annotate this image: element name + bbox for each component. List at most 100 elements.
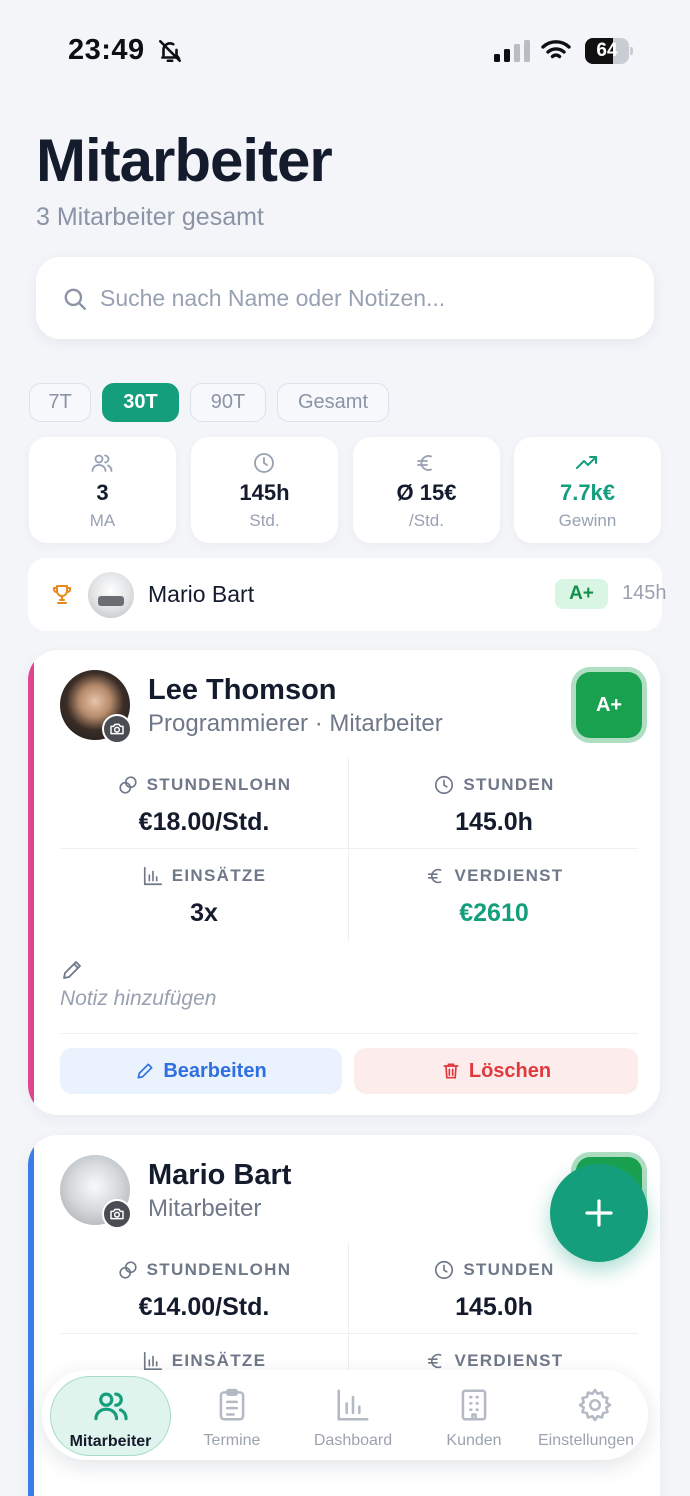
clock-icon: [254, 453, 274, 473]
edit-button[interactable]: Bearbeiten: [60, 1048, 342, 1094]
top-performer-hours: 145h: [622, 582, 667, 604]
divider: [60, 848, 638, 849]
metric-earnings: VERDIENST €2610: [350, 863, 638, 928]
metric-jobs: EINSÄTZE 3x: [60, 863, 348, 928]
clipboard-icon: [219, 1388, 245, 1421]
nav-item-einstellungen[interactable]: Einstellungen: [536, 1376, 644, 1456]
camera-icon[interactable]: [102, 714, 132, 744]
euro-icon: [427, 868, 441, 884]
bottom-nav: Mitarbeiter Termine Dashboard Kunden Ein…: [42, 1370, 648, 1460]
employee-role: Mitarbeiter: [148, 1195, 262, 1222]
camera-icon[interactable]: [102, 1199, 132, 1229]
metric-value: 145.0h: [455, 1293, 533, 1321]
divider: [60, 1333, 638, 1334]
stat-card-rate: Ø 15€ /Std.: [353, 437, 500, 543]
nav-item-dashboard[interactable]: Dashboard: [298, 1376, 408, 1456]
filter-chip-gesamt[interactable]: Gesamt: [277, 383, 389, 422]
coins-icon: [119, 1261, 137, 1279]
metric-value: 3x: [190, 899, 218, 927]
search-input[interactable]: [100, 275, 620, 321]
filter-chip-30t[interactable]: 30T: [102, 383, 179, 422]
battery-indicator: 64: [585, 38, 633, 64]
top-performer-card[interactable]: Mario Bart A+ 145h: [28, 558, 667, 631]
bar-chart-icon: [143, 866, 162, 886]
search-icon: [64, 288, 86, 310]
page-subtitle: 3 Mitarbeiter gesamt: [36, 203, 264, 231]
stat-value: 7.7k€: [559, 480, 616, 505]
trash-icon: [443, 1063, 459, 1079]
accent-bar: [28, 650, 34, 1115]
clock-icon: [435, 1260, 454, 1280]
divider: [348, 758, 349, 942]
nav-label: Mitarbeiter: [69, 1433, 152, 1450]
clock-icon: [435, 775, 454, 795]
users-icon: [94, 1392, 128, 1421]
metric-hours: STUNDEN 145.0h: [350, 1257, 638, 1322]
nav-item-mitarbeiter[interactable]: Mitarbeiter: [50, 1376, 171, 1456]
stat-card-profit: 7.7k€ Gewinn: [514, 437, 661, 543]
avatar: [88, 572, 134, 618]
metric-value: €14.00/Std.: [138, 1293, 270, 1321]
stat-value: 145h: [239, 480, 290, 505]
divider: [60, 1033, 638, 1034]
nav-label: Dashboard: [313, 1432, 393, 1449]
nav-item-kunden[interactable]: Kunden: [424, 1376, 524, 1456]
nav-label: Einstellungen: [538, 1432, 635, 1449]
grade-badge: A+: [576, 672, 642, 738]
pencil-icon: [137, 1063, 153, 1079]
bar-chart-icon: [143, 1351, 162, 1371]
metric-label: STUNDEN: [463, 775, 555, 794]
trophy-icon: [52, 585, 72, 604]
metric-hours: STUNDEN 145.0h: [350, 772, 638, 837]
building-icon: [461, 1389, 487, 1421]
metric-label: EINSÄTZE: [171, 866, 267, 885]
metric-value: €2610: [459, 899, 529, 927]
euro-icon: [427, 1353, 441, 1369]
stat-label: /Std.: [409, 511, 444, 530]
nav-label: Kunden: [446, 1432, 502, 1449]
employee-name: Mario Bart: [148, 1159, 292, 1191]
trending-up-icon: [576, 456, 597, 469]
grade-badge: A+: [555, 579, 608, 609]
stat-value: 3: [96, 480, 109, 505]
metric-label: STUNDENLOHN: [146, 1260, 292, 1279]
metric-label: VERDIENST: [454, 866, 564, 885]
nav-item-termine[interactable]: Termine: [182, 1376, 282, 1456]
edit-button-label: Bearbeiten: [163, 1059, 267, 1082]
nav-label: Termine: [203, 1432, 261, 1449]
accent-bar: [28, 1135, 34, 1496]
signal-icon: [494, 40, 530, 62]
stat-label: Std.: [249, 511, 280, 530]
stat-value: Ø 15€: [396, 480, 457, 505]
status-time: 23:49: [68, 34, 145, 66]
stat-label: Gewinn: [558, 511, 617, 530]
gear-icon: [578, 1388, 612, 1422]
search-box[interactable]: [36, 257, 654, 339]
plus-icon: [585, 1199, 613, 1227]
stat-label: MA: [89, 511, 116, 530]
bar-chart-icon: [337, 1389, 369, 1421]
metric-hourly-rate: STUNDENLOHN €18.00/Std.: [60, 772, 348, 837]
metric-label: STUNDENLOHN: [146, 775, 292, 794]
coins-icon: [119, 776, 137, 794]
euro-icon: [417, 455, 432, 471]
note-input[interactable]: Notiz hinzufügen: [60, 987, 216, 1011]
stat-card-employees: 3 MA: [29, 437, 176, 543]
filter-chip-90t[interactable]: 90T: [190, 383, 266, 422]
metric-label: STUNDEN: [463, 1260, 555, 1279]
metric-hourly-rate: STUNDENLOHN €14.00/Std.: [60, 1257, 348, 1322]
add-employee-button[interactable]: [550, 1164, 648, 1262]
pencil-icon[interactable]: [60, 958, 84, 982]
metric-label: VERDIENST: [454, 1351, 564, 1370]
filter-chip-7t[interactable]: 7T: [29, 383, 91, 422]
status-bar: 23:49 64: [0, 0, 690, 100]
metric-value: 145.0h: [455, 808, 533, 836]
employee-card[interactable]: Lee Thomson Programmierer · Mitarbeiter …: [28, 650, 660, 1115]
delete-button[interactable]: Löschen: [354, 1048, 638, 1094]
top-performer-name: Mario Bart: [148, 581, 255, 607]
delete-button-label: Löschen: [468, 1059, 552, 1082]
stat-card-hours: 145h Std.: [191, 437, 338, 543]
wifi-icon: [541, 40, 571, 59]
metric-label: EINSÄTZE: [171, 1351, 267, 1370]
metric-value: €18.00/Std.: [138, 808, 270, 836]
